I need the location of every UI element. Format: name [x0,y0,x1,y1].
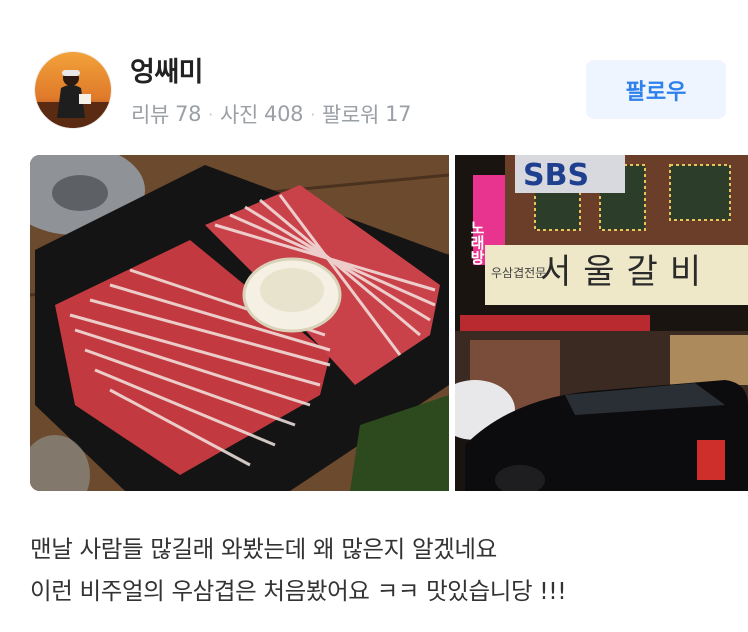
separator-dot: · [310,104,315,124]
karaoke-sign-text: 노래방 [468,220,486,266]
follower-count-value: 17 [385,102,412,126]
separator-dot: · [208,104,213,124]
review-text: 맨날 사람들 많길래 와봤는데 왜 많은지 알겠네요 이런 비주얼의 우삼겹은 … [30,528,730,612]
review-photo-exterior[interactable]: SBS 노래방 우삼겹전문 서울갈비 [455,155,748,491]
review-photo-meat[interactable] [30,155,449,491]
broadcast-sign-text: SBS [523,158,589,193]
restaurant-exterior-photo-icon: SBS 노래방 우삼겹전문 서울갈비 [455,155,748,491]
user-name[interactable]: 엉쌔미 [130,50,204,89]
follower-count-label: 팔로워 [322,103,380,127]
review-count-label: 리뷰 [131,103,170,127]
photo-count-value: 408 [264,102,304,126]
sign-main-text: 서울갈비 [540,252,713,292]
review-line-2: 이런 비주얼의 우삼겹은 처음봤어요 ㅋㅋ 맛있습니당 !!! [30,577,567,605]
user-stats: 리뷰 78 · 사진 408 · 팔로워 17 [131,99,411,129]
sign-small-text: 우삼겹전문 [491,266,546,280]
review-count-value: 78 [175,102,202,126]
meat-tray-photo-icon [30,155,449,491]
photo-count-label: 사진 [219,103,259,127]
profile-photo-icon [35,52,111,128]
review-line-1: 맨날 사람들 많길래 와봤는데 왜 많은지 알겠네요 [30,535,497,563]
follow-button[interactable]: 팔로우 [586,60,726,119]
avatar[interactable] [34,51,112,129]
